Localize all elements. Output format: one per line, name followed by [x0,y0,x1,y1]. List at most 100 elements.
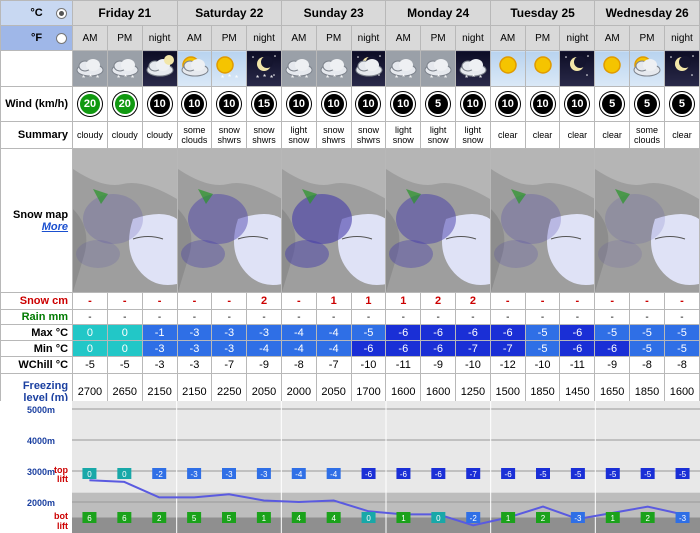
min-cell: 0 [72,340,108,357]
top-lift-label: lift [57,474,68,484]
snow-map-image[interactable] [280,148,387,293]
svg-text:*: * [89,73,92,82]
min-cell: -5 [524,340,561,357]
bot-lift-temp: 0 [436,514,441,523]
summary-cell: some clouds [629,121,665,149]
wind-speed: 10 [147,92,172,116]
max-cell: -5 [629,324,665,341]
snow-map-image[interactable] [176,148,282,293]
min-cell: -3 [176,340,213,357]
sun-cloud-icon [629,50,665,87]
max-cell: 0 [72,324,108,341]
svg-text:*: * [298,73,301,82]
period-label: night [663,25,700,51]
period-label: PM [315,25,352,51]
wind-speed: 5 [669,92,694,116]
wchill-cell: -10 [350,356,387,374]
wind-cell: 10 [350,86,387,122]
wind-cell: 5 [594,86,631,122]
period-label: night [559,25,596,51]
cloud-snow-icon: * * * [280,50,317,87]
snow-cell: - [72,292,108,310]
wchill-cell: -10 [455,356,491,374]
bot-lift-temp: 1 [262,514,267,523]
top-lift-temp: 0 [87,470,92,479]
top-lift-temp: -5 [539,470,547,479]
top-lift-temp: -5 [644,470,652,479]
wchill-cell: -5 [106,356,143,374]
unit-celsius-toggle[interactable]: °C [0,0,74,26]
wind-speed: 5 [600,92,625,116]
svg-text:*: * [326,74,329,83]
top-lift-temp: -3 [260,470,268,479]
snow-cell: - [629,292,665,310]
svg-text:*: * [305,74,308,83]
summary-cell: snow shwrs [246,121,282,149]
svg-text:*: * [131,74,134,83]
rain-cell: - [106,309,143,325]
summary-cell: clear [489,121,526,149]
snow-map-image[interactable] [489,148,596,293]
svg-text:*: * [228,73,231,82]
moon-snow-icon: * * * [246,50,282,87]
svg-text:*: * [465,74,468,83]
min-cell: -6 [385,340,422,357]
period-label: night [455,25,491,51]
svg-text:*: * [263,73,266,82]
top-lift-temp: 0 [122,470,127,479]
cloud-snow-icon: * * * [455,50,491,87]
wind-cell: 10 [559,86,596,122]
bot-lift-temp: 2 [645,514,650,523]
svg-text:*: * [117,74,120,83]
rain-cell: - [559,309,596,325]
forecast-table: °C Friday 21 Saturday 22 Sunday 23 Monday 24… [0,0,700,411]
rain-cell: - [629,309,665,325]
snow-label: Snow cm [0,292,74,310]
bot-lift-temp: -2 [470,514,478,523]
snow-map-image[interactable] [385,148,491,293]
wind-speed: 20 [77,92,102,116]
fahrenheit-radio[interactable] [56,33,68,44]
summary-cell: light snow [280,121,317,149]
min-cell: -6 [350,340,387,357]
wchill-cell: -12 [489,356,526,374]
wind-cell: 10 [385,86,422,122]
bot-lift-temp: -3 [679,514,687,523]
wchill-cell: -9 [420,356,457,374]
wchill-cell: -7 [315,356,352,374]
wind-cell: 15 [246,86,282,122]
svg-text:*: * [409,74,412,83]
min-cell: -7 [489,340,526,357]
wchill-cell: -8 [629,356,665,374]
wind-cell: 10 [489,86,526,122]
wchill-cell: -9 [246,356,282,374]
top-lift-temp: -3 [191,470,199,479]
unit-fahrenheit-toggle[interactable]: °F [0,25,74,51]
summary-cell: snow shwrs [350,121,387,149]
bot-lift-temp: 4 [297,514,302,523]
bot-lift-temp: 5 [192,514,197,523]
sun-cloud-icon [176,50,213,87]
min-cell: -4 [280,340,317,357]
summary-cell: clear [559,121,596,149]
snow-map-image[interactable] [72,148,178,293]
summary-cell: clear [663,121,700,149]
period-label: AM [385,25,422,51]
more-link[interactable]: More [42,221,68,233]
max-cell: -5 [350,324,387,341]
period-label: PM [420,25,457,51]
rain-cell: - [455,309,491,325]
wind-cell: 10 [315,86,352,122]
wind-cell: 10 [455,86,491,122]
top-lift-temp: -6 [400,470,408,479]
celsius-radio[interactable] [56,8,68,19]
snow-cell: - [524,292,561,310]
snow-cell: - [489,292,526,310]
rain-cell: - [315,309,352,325]
snow-map-label: Snow map More [0,148,74,293]
moon-cloud-icon [350,50,387,87]
period-label: AM [280,25,317,51]
snow-map-image[interactable] [594,148,700,293]
sun-icon [489,50,526,87]
min-cell: -4 [246,340,282,357]
